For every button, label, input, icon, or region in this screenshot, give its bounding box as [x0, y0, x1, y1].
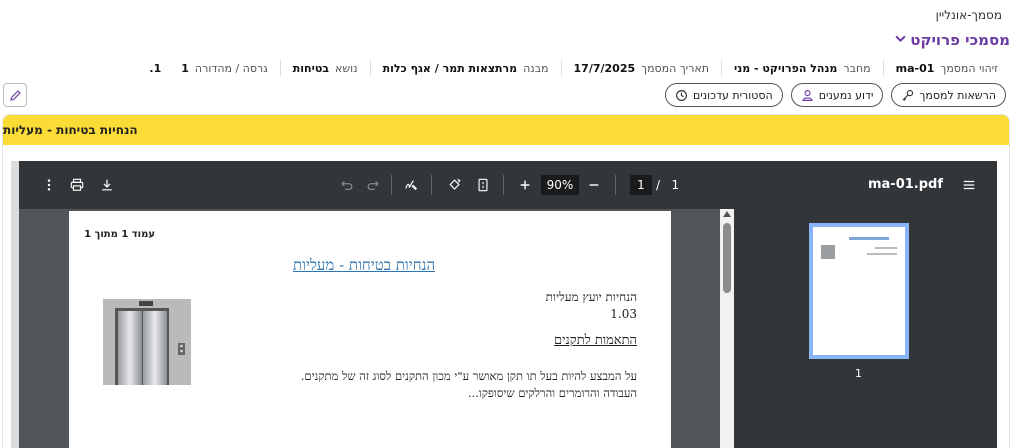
section-header[interactable]: הנחיות בטיחות - מעליות	[3, 115, 1009, 145]
thumbnail-page-number: 1	[855, 367, 862, 380]
page-title-text: מסמכי פרויקט	[910, 31, 1010, 49]
redo-icon[interactable]	[365, 177, 381, 193]
thumb-image	[821, 245, 835, 259]
breadcrumb[interactable]: מסמך-אונליין	[936, 8, 1002, 22]
pdf-page: עמוד 1 מתוך 1 הנחיות בטיחות - מעליות הנח…	[69, 211, 671, 448]
meta-version: גרסה / מהדורה 1 1.	[149, 61, 268, 75]
meta-subject: נושא בטיחות	[279, 60, 370, 76]
history-button[interactable]: הסטורית עדכונים	[664, 83, 783, 107]
pdf-scrollbar[interactable]	[720, 209, 734, 448]
meta-building: מבנה מרתצאות תמר / אגף כלות	[369, 60, 561, 76]
pdf-doc-title: הנחיות בטיחות - מעליות	[293, 256, 436, 274]
key-icon	[903, 89, 914, 101]
elevator-image	[103, 299, 191, 385]
undo-icon[interactable]	[339, 177, 355, 193]
pdf-content-area[interactable]: עמוד 1 מתוך 1 הנחיות בטיחות - מעליות הנח…	[19, 209, 997, 448]
thumb-text-line	[867, 253, 897, 255]
pdf-paragraph-line: העבודה והרומרים והרלקים שיסופקו...	[467, 386, 637, 400]
pdf-viewer: 90% 1 / 1 ma-01.pdf עמוד 1 מתוך 1 הנחיות…	[11, 161, 997, 448]
permissions-button[interactable]: הרשאות למסמך	[891, 83, 1006, 107]
page-title[interactable]: מסמכי פרויקט	[895, 31, 1010, 49]
document-actions: הרשאות למסמך ידוע נמענים הסטורית עדכונים	[664, 83, 1006, 107]
section-card: הנחיות בטיחות - מעליות 90% 1 / 1 ma-01.p…	[2, 114, 1010, 448]
pdf-page-label: עמוד 1 מתוך 1	[84, 229, 155, 240]
person-icon	[802, 89, 813, 101]
thumbnail-pane: 1	[734, 209, 997, 448]
toolbar-separator	[391, 175, 392, 195]
meta-date: תאריך המסמך 17/7/2025	[560, 60, 721, 76]
zoom-input[interactable]: 90%	[541, 175, 579, 195]
viewer-left-strip	[11, 161, 19, 448]
fit-page-icon[interactable]	[475, 177, 491, 193]
zoom-out-icon[interactable]	[586, 177, 602, 193]
page-number-input[interactable]: 1	[630, 175, 652, 195]
page-thumbnail[interactable]	[809, 223, 909, 359]
toolbar-separator	[431, 175, 432, 195]
document-meta-row: זיהוי המסמך ma-01 מחבר מנהל הפרויקט - מנ…	[50, 60, 1010, 76]
thumb-title-line	[849, 237, 889, 240]
stakeholders-button-label: ידוע נמענים	[818, 88, 874, 102]
pencil-icon	[9, 89, 21, 101]
stakeholders-button[interactable]: ידוע נמענים	[790, 83, 884, 107]
pdf-section-heading: התאמות לתקנים	[553, 333, 637, 348]
thumb-text-line	[875, 247, 897, 249]
history-button-label: הסטורית עדכונים	[692, 88, 773, 102]
print-icon[interactable]	[69, 177, 85, 193]
pdf-filename: ma-01.pdf	[867, 177, 943, 192]
annotate-icon[interactable]	[403, 177, 419, 193]
toolbar-separator	[615, 175, 616, 195]
menu-icon[interactable]	[961, 177, 977, 193]
pdf-toolbar: 90% 1 / 1 ma-01.pdf	[19, 161, 997, 209]
more-options-icon[interactable]	[41, 177, 57, 193]
pdf-code: 1.03	[610, 307, 637, 321]
edit-button[interactable]	[3, 83, 27, 107]
scroll-up-arrow-icon[interactable]	[723, 211, 731, 217]
scrollbar-thumb[interactable]	[723, 223, 731, 293]
rotate-icon[interactable]	[447, 177, 463, 193]
toolbar-separator	[503, 175, 504, 195]
pdf-paragraph-line: על המבצע להיות בעל תו תקן מאושר ע"י מכון…	[300, 369, 637, 383]
meta-doc-id: זיהוי המסמך ma-01	[882, 60, 1010, 76]
download-icon[interactable]	[99, 177, 115, 193]
zoom-in-icon[interactable]	[517, 177, 533, 193]
permissions-button-label: הרשאות למסמך	[919, 88, 996, 102]
chevron-down-icon[interactable]	[895, 33, 906, 47]
pdf-subtitle: הנחיות יועץ מעליות	[545, 290, 637, 304]
history-icon	[676, 89, 687, 101]
meta-author: מחבר מנהל הפרויקט - מני	[721, 60, 883, 76]
page-total: / 1	[656, 178, 680, 192]
